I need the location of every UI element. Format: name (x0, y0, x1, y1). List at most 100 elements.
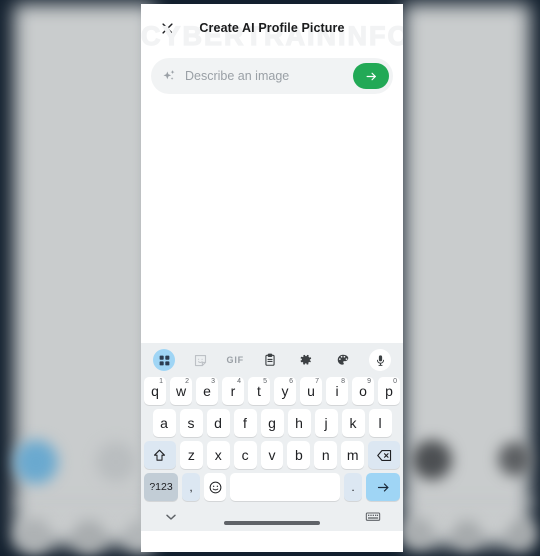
key-sup: 7 (315, 378, 319, 385)
key-sup: 4 (237, 378, 241, 385)
key-e[interactable]: 3e (196, 377, 218, 405)
apps-grid-glyph (159, 355, 169, 365)
key-label: t (257, 383, 261, 399)
key-sup: 8 (341, 378, 345, 385)
backdrop-blob (404, 518, 434, 548)
backspace-icon (376, 449, 391, 461)
key-label: p (385, 383, 393, 399)
key-label: r (230, 383, 236, 399)
clipboard-glyph (265, 353, 275, 366)
app-window: CYBERTRAININFO Create AI Profile Picture (141, 4, 403, 552)
backdrop-blob (96, 442, 136, 482)
key-t[interactable]: 5t (248, 377, 270, 405)
backdrop-blob (412, 440, 452, 480)
symbols-key[interactable]: ?123 (144, 473, 178, 501)
comma-key[interactable]: , (182, 473, 200, 501)
key-p[interactable]: 0p (378, 377, 400, 405)
system-navigation-bar (141, 503, 403, 531)
key-i[interactable]: 8i (326, 377, 348, 405)
key-sup: 3 (211, 378, 215, 385)
apps-grid-icon[interactable] (153, 349, 175, 371)
key-n[interactable]: n (314, 441, 338, 469)
backdrop-blob (14, 440, 58, 484)
key-h[interactable]: h (287, 409, 311, 437)
home-handle[interactable] (224, 521, 320, 525)
image-result-canvas (141, 94, 403, 343)
prompt-bar[interactable] (151, 58, 393, 94)
key-label: y (281, 383, 289, 399)
key-l[interactable]: l (368, 409, 392, 437)
key-label: o (359, 383, 367, 399)
key-sup: 9 (367, 378, 371, 385)
emoji-key[interactable] (204, 473, 226, 501)
backdrop-blob (16, 518, 52, 554)
gif-icon[interactable]: GIF (227, 349, 244, 371)
backdrop-blob (498, 442, 532, 476)
header: CYBERTRAININFO Create AI Profile Picture (141, 4, 403, 52)
key-z[interactable]: z (179, 441, 203, 469)
key-label: i (335, 383, 339, 399)
key-label: q (151, 383, 159, 399)
key-v[interactable]: v (260, 441, 284, 469)
prompt-input[interactable] (185, 69, 353, 83)
key-y[interactable]: 6y (274, 377, 296, 405)
key-a[interactable]: a (152, 409, 176, 437)
key-j[interactable]: j (314, 409, 338, 437)
period-key[interactable]: . (344, 473, 362, 501)
page-title: Create AI Profile Picture (199, 21, 345, 35)
enter-key[interactable] (366, 473, 400, 501)
backdrop-divider (16, 500, 152, 503)
key-x[interactable]: x (206, 441, 230, 469)
key-q[interactable]: 1q (144, 377, 166, 405)
shift-icon (154, 449, 166, 461)
key-k[interactable]: k (341, 409, 365, 437)
on-screen-keyboard: GIF 1 q 2 w 3 e 4 r 5 t 6 y 7 u 8 i 9 o … (141, 343, 403, 503)
prompt-row (141, 52, 403, 94)
key-label: u (307, 383, 315, 399)
key-f[interactable]: f (233, 409, 257, 437)
backdrop-divider (404, 500, 534, 503)
keyboard-row-4: ?123 , . (141, 471, 403, 503)
key-sup: 1 (159, 378, 163, 385)
key-u[interactable]: 7u (300, 377, 322, 405)
sticker-icon[interactable] (190, 349, 212, 371)
send-button[interactable] (353, 63, 389, 89)
backdrop-blob (506, 520, 536, 550)
keyboard-row-3: z x c v b n m (141, 439, 403, 471)
key-w[interactable]: 2w (170, 377, 192, 405)
backdrop-blob (72, 520, 106, 554)
key-sup: 2 (185, 378, 189, 385)
enter-arrow-icon (377, 482, 388, 492)
key-sup: 6 (289, 378, 293, 385)
shift-key[interactable] (144, 441, 176, 469)
backspace-key[interactable] (368, 441, 400, 469)
gear-glyph (301, 354, 312, 365)
key-o[interactable]: 9o (352, 377, 374, 405)
emoji-icon (209, 481, 221, 493)
sparkle-icon (163, 70, 175, 80)
key-sup: 5 (263, 378, 267, 385)
key-r[interactable]: 4r (222, 377, 244, 405)
keyboard-row-2: a s d f g h j k l (141, 407, 403, 439)
palette-glyph (337, 354, 349, 365)
key-s[interactable]: s (179, 409, 203, 437)
key-d[interactable]: d (206, 409, 230, 437)
key-m[interactable]: m (341, 441, 365, 469)
microphone-icon[interactable] (369, 349, 391, 371)
backdrop-blob (452, 520, 482, 550)
microphone-glyph (376, 354, 384, 366)
key-sup: 0 (393, 378, 397, 385)
key-c[interactable]: c (233, 441, 257, 469)
keyboard-row-1: 1q 2w 3e 4r 5t 6y 7u 8i 9o 0p (141, 375, 403, 407)
arrow-right-icon (366, 72, 376, 80)
key-label: e (203, 383, 211, 399)
key-g[interactable]: g (260, 409, 284, 437)
clipboard-icon[interactable] (259, 349, 281, 371)
keyboard-switch-icon[interactable] (365, 509, 381, 525)
gear-icon[interactable] (295, 349, 317, 371)
key-b[interactable]: b (287, 441, 311, 469)
space-key[interactable] (230, 473, 340, 501)
palette-icon[interactable] (332, 349, 354, 371)
sticker-glyph (195, 354, 207, 366)
chevron-down-icon[interactable] (163, 509, 179, 525)
